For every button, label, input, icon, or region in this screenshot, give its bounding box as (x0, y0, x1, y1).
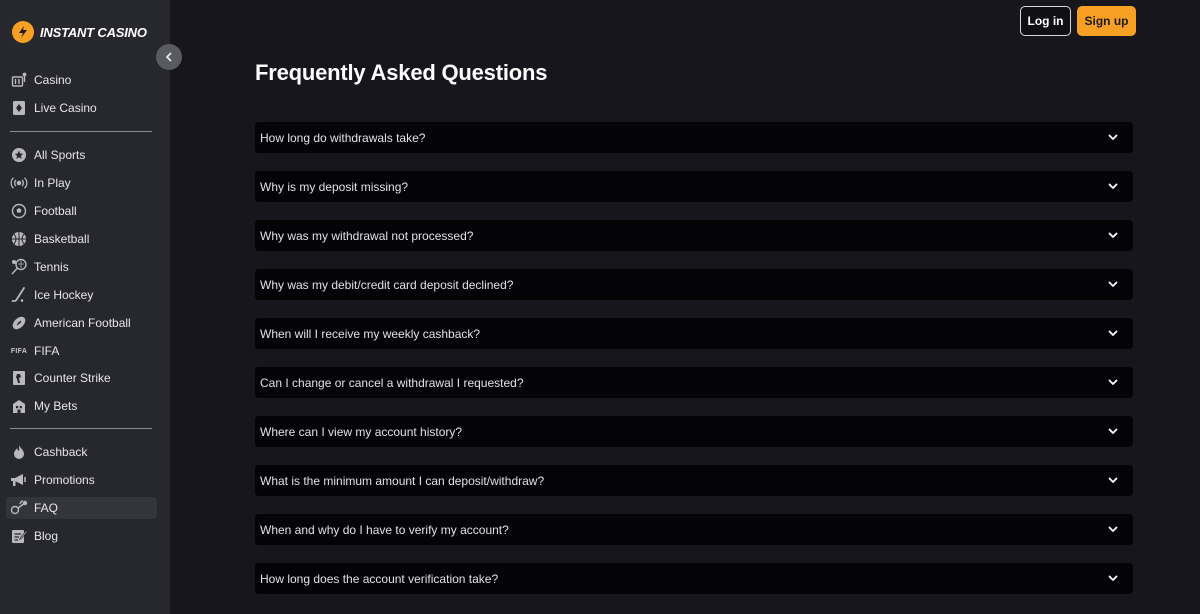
faq-item[interactable]: When will I receive my weekly cashback? (255, 318, 1133, 349)
chevron-down-icon (1107, 328, 1119, 340)
american-football-icon (10, 314, 28, 332)
sidebar-item-label: Ice Hockey (34, 288, 94, 302)
chevron-down-icon (1107, 181, 1119, 193)
sidebar-item-label: My Bets (34, 399, 78, 413)
broadcast-icon (10, 174, 28, 192)
sidebar-item-my-bets[interactable]: My Bets (6, 395, 157, 417)
sidebar-item-ice-hockey[interactable]: Ice Hockey (6, 284, 157, 306)
flame-icon (10, 443, 28, 461)
faq-item[interactable]: How long do withdrawals take? (255, 122, 1133, 153)
collapse-sidebar-button[interactable] (156, 44, 182, 70)
sidebar-item-label: FIFA (34, 344, 60, 358)
chevron-down-icon (1107, 377, 1119, 389)
faq-item[interactable]: What is the minimum amount I can deposit… (255, 465, 1133, 496)
sidebar-item-cashback[interactable]: Cashback (6, 441, 157, 463)
blog-icon (10, 527, 28, 545)
sidebar-item-american-football[interactable]: American Football (6, 312, 157, 334)
tennis-icon (10, 258, 28, 276)
sidebar-item-label: Basketball (34, 232, 90, 246)
sidebar-item-label: Live Casino (34, 101, 97, 115)
faq-question: Why was my debit/credit card deposit dec… (260, 277, 514, 292)
sidebar-item-label: In Play (34, 176, 71, 190)
my-bets-icon (10, 397, 28, 415)
brand-logo[interactable]: INSTANT CASINO (12, 20, 147, 44)
faq-question: Why is my deposit missing? (260, 179, 409, 194)
sidebar-divider (10, 428, 152, 429)
login-button[interactable]: Log in (1020, 6, 1071, 36)
faq-item[interactable]: Why was my withdrawal not processed? (255, 220, 1133, 251)
chevron-down-icon (1107, 230, 1119, 242)
hockey-stick-icon (10, 286, 28, 304)
page-title: Frequently Asked Questions (255, 60, 548, 85)
sidebar-item-label: Blog (34, 529, 59, 543)
sidebar-item-football[interactable]: Football (6, 200, 157, 222)
sidebar-item-casino[interactable]: Casino (6, 69, 157, 91)
sidebar-item-blog[interactable]: Blog (6, 525, 157, 547)
chevron-down-icon (1107, 426, 1119, 438)
counter-strike-icon (10, 369, 28, 387)
faq-item[interactable]: Can I change or cancel a withdrawal I re… (255, 367, 1133, 398)
sidebar-item-label: American Football (34, 316, 131, 330)
megaphone-icon (10, 471, 28, 489)
lightning-bolt-icon (12, 21, 34, 43)
sidebar-item-all-sports[interactable]: All Sports (6, 144, 157, 166)
faq-question: How long do withdrawals take? (260, 130, 426, 145)
sidebar-item-in-play[interactable]: In Play (6, 172, 157, 194)
sidebar-item-tennis[interactable]: Tennis (6, 256, 157, 278)
star-ball-icon (10, 146, 28, 164)
faq-item[interactable]: Why was my debit/credit card deposit dec… (255, 269, 1133, 300)
sidebar-item-label: FAQ (34, 501, 59, 515)
chevron-down-icon (1107, 279, 1119, 291)
sidebar: INSTANT CASINO Casino Live Casino All Sp… (0, 0, 170, 614)
faq-question: When and why do I have to verify my acco… (260, 522, 509, 537)
faq-question: Where can I view my account history? (260, 424, 463, 439)
faq-question: Can I change or cancel a withdrawal I re… (260, 375, 524, 390)
faq-question: How long does the account verification t… (260, 571, 499, 586)
signup-button[interactable]: Sign up (1077, 6, 1136, 36)
faq-question: Why was my withdrawal not processed? (260, 228, 474, 243)
fifa-icon: FIFA (10, 342, 28, 360)
sidebar-divider (10, 131, 152, 132)
faq-item[interactable]: Why is my deposit missing? (255, 171, 1133, 202)
card-icon (10, 99, 28, 117)
sidebar-item-label: Counter Strike (34, 371, 111, 385)
chevron-down-icon (1107, 573, 1119, 585)
sidebar-item-label: Cashback (34, 445, 88, 459)
fifa-icon-text: FIFA (10, 347, 28, 355)
brand-name: INSTANT CASINO (40, 24, 147, 40)
soccer-ball-icon (10, 202, 28, 220)
sidebar-item-basketball[interactable]: Basketball (6, 228, 157, 250)
slot-machine-icon (10, 71, 28, 89)
sidebar-item-promotions[interactable]: Promotions (6, 469, 157, 491)
faq-item[interactable]: How long does the account verification t… (255, 563, 1133, 594)
sidebar-item-fifa[interactable]: FIFA FIFA (6, 340, 157, 362)
sidebar-item-label: Football (34, 204, 77, 218)
faq-icon (10, 499, 28, 517)
faq-item[interactable]: When and why do I have to verify my acco… (255, 514, 1133, 545)
chevron-down-icon (1107, 524, 1119, 536)
faq-item[interactable]: Where can I view my account history? (255, 416, 1133, 447)
chevron-down-icon (1107, 132, 1119, 144)
sidebar-item-label: Promotions (34, 473, 95, 487)
sidebar-item-faq[interactable]: FAQ (6, 497, 157, 519)
sidebar-item-label: Tennis (34, 260, 69, 274)
sidebar-item-counter-strike[interactable]: Counter Strike (6, 367, 157, 389)
basketball-icon (10, 230, 28, 248)
chevron-down-icon (1107, 475, 1119, 487)
sidebar-item-label: All Sports (34, 148, 86, 162)
sidebar-item-live-casino[interactable]: Live Casino (6, 97, 157, 119)
chevron-left-icon (164, 52, 174, 62)
faq-question: When will I receive my weekly cashback? (260, 326, 481, 341)
sidebar-item-label: Casino (34, 73, 72, 87)
faq-question: What is the minimum amount I can deposit… (260, 473, 545, 488)
